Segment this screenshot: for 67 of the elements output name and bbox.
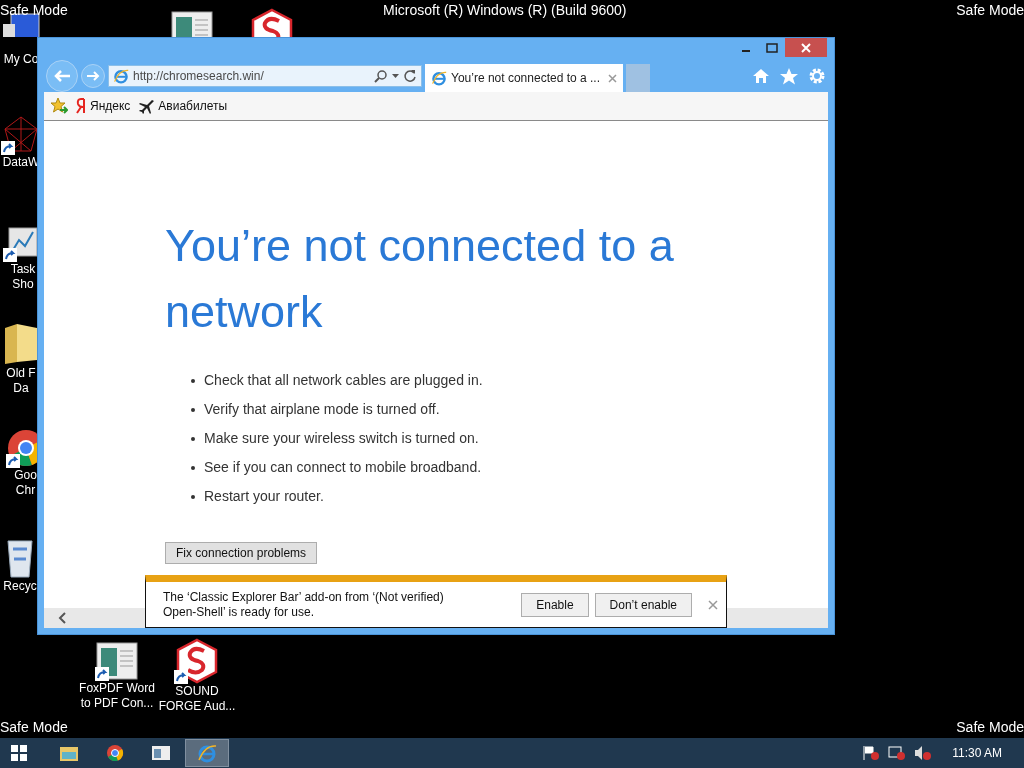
desktop-icon-label[interactable]: to PDF Con... (80, 696, 154, 711)
star-icon[interactable] (779, 67, 799, 85)
e-logo-icon (197, 743, 217, 763)
error-heading: You’re not connected to a network (165, 219, 675, 339)
notification-message: The ‘Classic Explorer Bar’ add-on from ‘(Not verified) Open-Shell’ is ready for use. (163, 589, 445, 620)
close-button[interactable] (785, 38, 827, 57)
bullet-icon (191, 407, 195, 412)
tip-text: Check that all network cables are plugged in. (204, 371, 483, 390)
windows-start-icon[interactable] (11, 745, 27, 761)
notification-button[interactable]: Don’t enable (594, 592, 692, 617)
airplane-icon (138, 98, 155, 114)
bullet-icon (191, 378, 195, 383)
desktop-icon-label[interactable]: Old F (6, 366, 36, 381)
desktop-icon-label[interactable]: FORGE Aud... (158, 699, 236, 714)
close-icon[interactable] (608, 73, 617, 83)
back-arrow-icon (53, 69, 71, 83)
folder-icon (59, 744, 79, 762)
favorites-link[interactable]: Яндекс (76, 98, 131, 114)
caret-icon[interactable] (392, 73, 399, 79)
ya-logo-icon (76, 98, 86, 114)
document-window-icon[interactable] (95, 641, 139, 681)
tip-text: See if you can connect to mobile broadband. (204, 458, 482, 477)
safe-mode-label: Safe Mode (0, 719, 68, 735)
favorites-star-icon[interactable] (50, 97, 68, 115)
search-icon[interactable] (374, 69, 388, 83)
s-logo-icon[interactable] (174, 638, 220, 684)
minimize-icon (742, 49, 750, 52)
web-icon[interactable] (1, 115, 37, 155)
e-logo-icon (113, 68, 129, 84)
close-icon[interactable] (708, 599, 718, 610)
maximize-icon (766, 42, 778, 53)
safe-mode-label: Safe Mode (956, 2, 1024, 18)
speaker-muted-icon[interactable] (914, 745, 933, 761)
desktop-icon-label[interactable]: Goo (14, 468, 37, 483)
window-icon (151, 745, 171, 761)
desktop-icon-label[interactable]: Sho (12, 277, 34, 292)
clock[interactable]: 11:30 AM (952, 746, 1002, 760)
desktop-icon-label[interactable]: FoxPDF Word (79, 681, 155, 696)
refresh-icon[interactable] (403, 69, 417, 83)
network-error-icon[interactable] (888, 745, 907, 761)
s-logo-icon[interactable] (249, 8, 295, 37)
desktop-icon-label[interactable]: Task (10, 262, 36, 277)
tip-text: Verify that airplane mode is turned off. (204, 400, 440, 419)
desktop-icon-label[interactable]: Recyc (3, 579, 37, 594)
chrome-icon (106, 744, 124, 762)
bullet-icon (191, 494, 195, 499)
windows-build-label: Microsoft (R) Windows (R) (Build 9600) (383, 2, 627, 18)
safe-mode-label: Safe Mode (0, 2, 68, 18)
tip-text: Make sure your wireless switch is turned on. (204, 429, 479, 448)
forward-arrow-icon (86, 70, 100, 82)
document-window-icon[interactable] (170, 10, 214, 37)
tip-text: Restart your router. (204, 487, 324, 506)
browser-tab[interactable]: You’re not connected to a ... (425, 64, 623, 92)
desktop-icon-label[interactable]: Da (13, 381, 29, 396)
notification-button[interactable]: Enable (521, 592, 589, 617)
bullet-icon (191, 465, 195, 470)
close-icon (801, 42, 811, 53)
safe-mode-label: Safe Mode (956, 719, 1024, 735)
scroll-left-icon[interactable] (58, 612, 66, 624)
fix-connection-button[interactable]: Fix connection problems (165, 542, 318, 564)
address-field[interactable]: http://chromesearch.win/ (108, 65, 422, 87)
desktop-icon-label[interactable]: SOUND (175, 684, 219, 699)
bullet-icon (191, 436, 195, 441)
favorites-link[interactable]: Авиабилеты (138, 98, 228, 114)
e-logo-icon (431, 70, 447, 86)
flag-error-icon[interactable] (862, 745, 881, 761)
desktop-icon-label[interactable]: Chr (15, 483, 36, 498)
